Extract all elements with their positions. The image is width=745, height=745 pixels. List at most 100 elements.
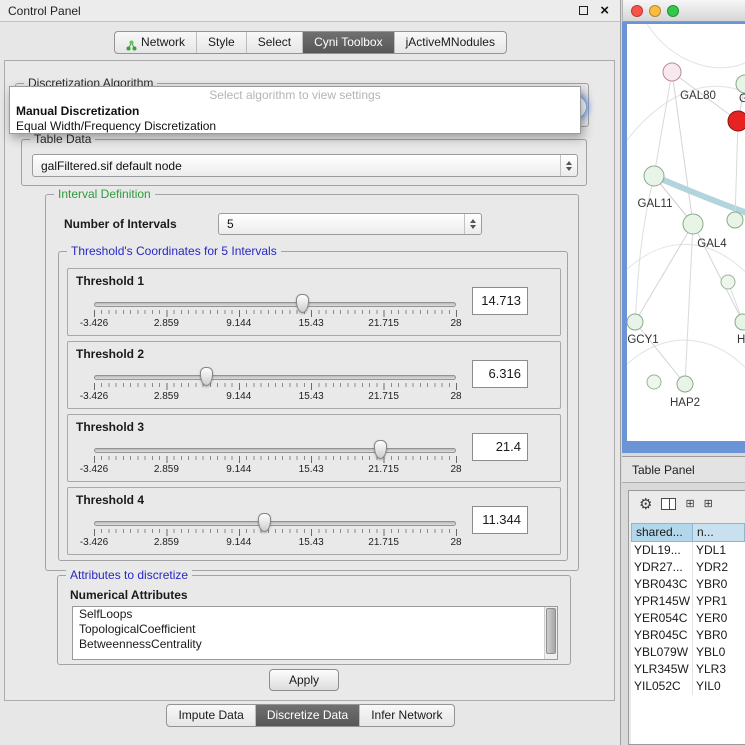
- column-header-name[interactable]: n...: [693, 523, 745, 542]
- tab-label: Select: [258, 32, 291, 53]
- scrollbar-thumb[interactable]: [546, 608, 556, 654]
- network-canvas[interactable]: GAL80GALGAL11GAL4GCY1HHAP2: [627, 24, 745, 441]
- tab-infer-network[interactable]: Infer Network: [359, 705, 453, 726]
- top-tab-row: NetworkStyle Select Cyni Toolbox jActiveMNo…: [0, 31, 621, 54]
- tab-discretize-data[interactable]: Discretize Data: [255, 705, 359, 726]
- node-label: GAL11: [638, 198, 673, 210]
- attributes-group-label: Attributes to discretize: [66, 568, 192, 582]
- numerical-attributes-listbox[interactable]: SelfLoopsTopologicalCoefficientBetweenne…: [72, 606, 558, 660]
- cell-name: YDR2: [693, 559, 745, 576]
- slider-handle[interactable]: [258, 513, 271, 532]
- thresholds-group-label: Threshold's Coordinates for 5 Intervals: [67, 244, 281, 258]
- traffic-zoom-button[interactable]: [667, 5, 679, 17]
- table-row[interactable]: YDL19...YDL1: [631, 542, 745, 559]
- network-node[interactable]: [647, 375, 661, 389]
- scale-label: 28: [450, 464, 461, 475]
- network-node[interactable]: [735, 314, 745, 330]
- network-node[interactable]: [644, 166, 664, 186]
- threshold-value-field[interactable]: 21.4: [472, 433, 528, 461]
- slider-handle[interactable]: [374, 440, 387, 459]
- network-node[interactable]: [627, 314, 643, 330]
- threshold-panel-3: Threshold 3-3.4262.8599.14415.4321.71528…: [67, 414, 561, 482]
- table-row[interactable]: YER054CYER0: [631, 610, 745, 627]
- restore-icon[interactable]: [579, 6, 588, 15]
- dropdown-item[interactable]: Equal Width/Frequency Discretization: [10, 119, 580, 134]
- table-data-group: Table Data galFiltered.sif default node: [21, 139, 587, 186]
- apply-button[interactable]: Apply: [269, 669, 339, 691]
- tab-cyni-toolbox[interactable]: Cyni Toolbox: [302, 32, 393, 53]
- network-node[interactable]: [677, 376, 693, 392]
- network-node[interactable]: [727, 212, 743, 228]
- tab-style[interactable]: Style: [196, 32, 246, 53]
- table-row[interactable]: YBR045CYBR0: [631, 627, 745, 644]
- attribute-item[interactable]: BetweennessCentrality: [73, 637, 557, 652]
- bottom-tab-row: Impute Data Discretize DataInfer Network: [0, 704, 621, 727]
- cell-name: YBR0: [693, 627, 745, 644]
- scale-label: 21.715: [368, 318, 399, 329]
- attribute-item[interactable]: TopologicalCoefficient: [73, 622, 557, 637]
- scale-label: 15.43: [299, 318, 324, 329]
- dropdown-item[interactable]: Manual Discretization: [10, 104, 580, 119]
- network-node[interactable]: [721, 275, 735, 289]
- grid-icon[interactable]: ⊞: [704, 499, 713, 510]
- network-icon: [126, 37, 137, 48]
- table-data-combobox[interactable]: galFiltered.sif default node: [32, 154, 578, 177]
- network-edge[interactable]: [654, 72, 672, 176]
- threshold-value-field[interactable]: 6.316: [472, 360, 528, 388]
- network-node[interactable]: [736, 75, 745, 93]
- attribute-item[interactable]: SelfLoops: [73, 607, 557, 622]
- tab-jactivemnodules[interactable]: jActiveMNodules: [394, 32, 506, 53]
- table-row[interactable]: YLR345WYLR3: [631, 661, 745, 678]
- table-row[interactable]: YIL052CYIL0: [631, 678, 745, 695]
- close-icon[interactable]: ×: [600, 2, 609, 19]
- cell-shared-name: YBR043C: [631, 576, 693, 593]
- column-header-shared-name[interactable]: shared...: [631, 523, 693, 542]
- table-row[interactable]: YBR043CYBR0: [631, 576, 745, 593]
- grid-icon[interactable]: ⊞: [685, 499, 694, 510]
- slider-track[interactable]: [94, 521, 456, 526]
- cell-shared-name: YDR27...: [631, 559, 693, 576]
- gear-icon[interactable]: ⚙: [639, 497, 652, 512]
- scale-label: -3.426: [80, 318, 108, 329]
- thresholds-group: Threshold's Coordinates for 5 Intervals …: [58, 251, 568, 561]
- threshold-value-field[interactable]: 11.344: [472, 506, 528, 534]
- slider-track[interactable]: [94, 448, 456, 453]
- slider-track[interactable]: [94, 375, 456, 380]
- table-row[interactable]: YBL079WYBL0: [631, 644, 745, 661]
- number-of-intervals-combobox[interactable]: 5: [218, 213, 482, 235]
- traffic-minimize-button[interactable]: [649, 5, 661, 17]
- table-row[interactable]: YPR145WYPR1: [631, 593, 745, 610]
- scale-label: 9.144: [226, 537, 251, 548]
- tab-impute-data[interactable]: Impute Data: [167, 705, 254, 726]
- network-window-frame: GAL80GALGAL11GAL4GCY1HHAP2: [622, 22, 745, 453]
- threshold-label: Threshold 4: [76, 493, 144, 507]
- traffic-close-button[interactable]: [631, 5, 643, 17]
- scale-label: 21.715: [368, 537, 399, 548]
- network-edge[interactable]: [627, 244, 745, 279]
- scale-label: 2.859: [154, 464, 179, 475]
- network-edge[interactable]: [647, 24, 745, 68]
- cell-name: YLR3: [693, 661, 745, 678]
- network-edge[interactable]: [735, 121, 738, 220]
- slider-major-ticks: [94, 529, 457, 536]
- threshold-value-field[interactable]: 14.713: [472, 287, 528, 315]
- node-label: GAL: [739, 93, 745, 105]
- threshold-label: Threshold 2: [76, 347, 144, 361]
- network-node[interactable]: [728, 111, 745, 131]
- network-edge[interactable]: [635, 224, 693, 322]
- cell-name: YPR1: [693, 593, 745, 610]
- network-node[interactable]: [683, 214, 703, 234]
- slider-track[interactable]: [94, 302, 456, 307]
- control-panel-window: Control Panel × NetworkStyleSelectCyni T…: [0, 0, 621, 745]
- list-vertical-scrollbar[interactable]: [544, 607, 557, 659]
- network-edge[interactable]: [685, 224, 693, 384]
- split-columns-icon[interactable]: [661, 498, 676, 510]
- table-row[interactable]: YDR27...YDR2: [631, 559, 745, 576]
- combobox-stepper-icon[interactable]: [560, 155, 577, 176]
- tab-select[interactable]: Select: [246, 32, 302, 53]
- tab-network[interactable]: Network: [115, 32, 196, 53]
- combobox-stepper-icon[interactable]: [464, 214, 481, 234]
- network-node[interactable]: [663, 63, 681, 81]
- tab-label: Impute Data: [178, 705, 243, 726]
- tab-label: Cyni Toolbox: [314, 32, 382, 53]
